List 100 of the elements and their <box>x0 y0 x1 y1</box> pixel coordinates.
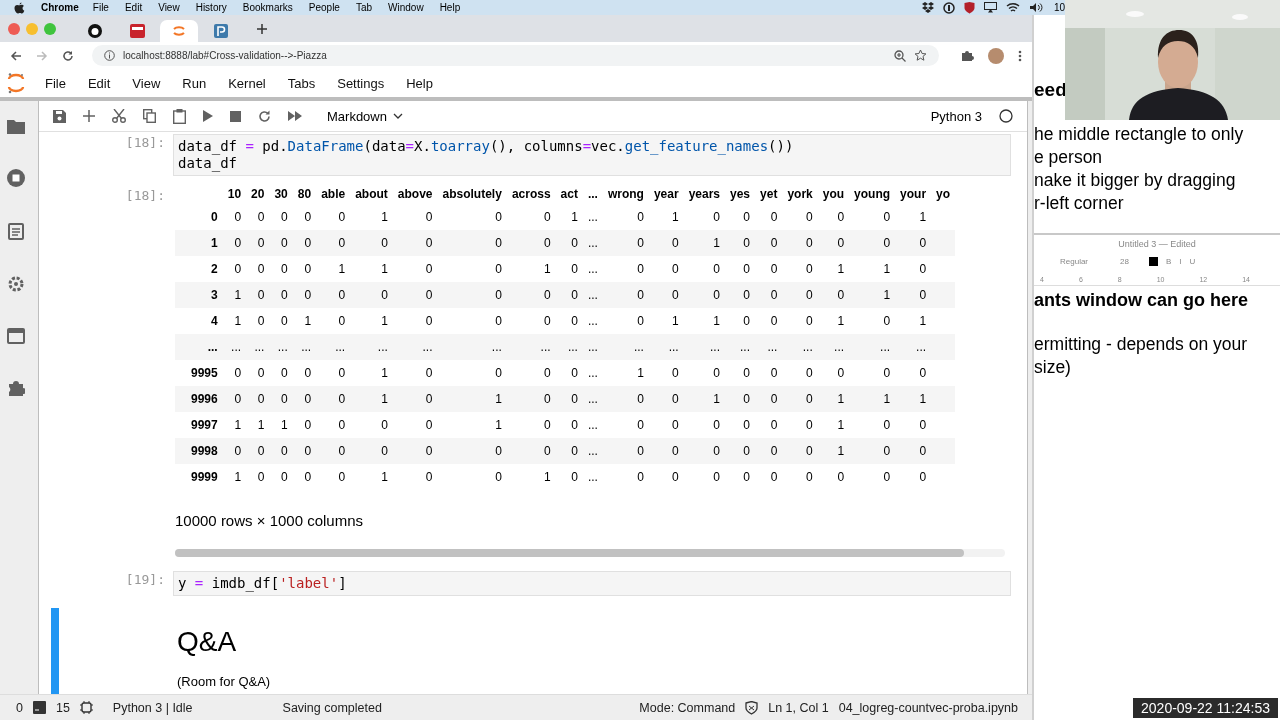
plus-icon[interactable] <box>83 110 95 122</box>
menu-item[interactable]: Kernel <box>228 75 266 91</box>
column-header: year <box>652 186 680 203</box>
speaker-icon[interactable] <box>1028 2 1043 13</box>
menu-item[interactable]: File <box>45 75 66 91</box>
window-icon[interactable] <box>7 328 25 344</box>
table-cell: 0 <box>683 412 725 438</box>
table-cell: 0 <box>755 308 783 334</box>
menu-item[interactable]: Help <box>439 2 461 13</box>
menu-item[interactable]: Edit <box>87 75 111 91</box>
restart-icon[interactable] <box>258 109 271 123</box>
address-bar[interactable]: localhost:8888/lab#Cross-validation-->-Piazza <box>92 45 939 66</box>
table-cell: 0 <box>817 360 850 386</box>
table-cell: 0 <box>350 438 393 464</box>
code-editor[interactable]: y = imdb_df['label'] <box>173 571 1011 596</box>
code-editor[interactable]: data_df = pd.DataFrame(data=X.toarray(), columns=vec.get_feature_names()) data_df <box>173 134 1011 176</box>
color-swatch[interactable] <box>1148 257 1158 266</box>
menu-item[interactable]: People <box>308 2 340 13</box>
kernel-name[interactable]: Python 3 <box>930 108 982 124</box>
table-cell: 1 <box>292 308 317 334</box>
menu-item[interactable]: View <box>158 2 180 13</box>
stop-icon[interactable] <box>230 110 241 122</box>
fast-forward-icon[interactable] <box>288 111 302 121</box>
paste-icon[interactable] <box>173 108 186 124</box>
circle-icon[interactable] <box>942 1 955 14</box>
copy-icon[interactable] <box>143 109 156 123</box>
menu-item[interactable]: File <box>92 2 109 13</box>
wifi-icon[interactable] <box>1005 2 1020 13</box>
timestamp: 2020-09-22 11:24:53 <box>1133 698 1278 718</box>
menu-item[interactable]: Edit <box>124 2 143 13</box>
status-count[interactable]: 15 <box>55 700 70 715</box>
table-cell: ... <box>817 334 850 360</box>
row-index: 1 <box>175 230 223 256</box>
column-header: yo <box>935 186 952 203</box>
table-cell: ... <box>392 334 438 360</box>
menu-item[interactable]: Tab <box>355 2 373 13</box>
menu-item[interactable]: History <box>195 2 227 13</box>
format-button[interactable]: B <box>1165 257 1172 266</box>
apple-icon[interactable] <box>14 1 25 14</box>
menu-item[interactable]: Run <box>182 75 207 91</box>
box-icon[interactable] <box>921 2 934 13</box>
table-cell: 0 <box>782 412 818 438</box>
table-cell: 0 <box>755 360 783 386</box>
more-icon[interactable] <box>1018 49 1022 62</box>
back-icon[interactable] <box>10 49 22 62</box>
clipboard-icon[interactable] <box>8 222 24 240</box>
new-tab-icon[interactable] <box>256 22 268 35</box>
menu-item[interactable]: Tabs <box>287 75 316 91</box>
puzzle-icon[interactable] <box>961 49 974 62</box>
menu-item[interactable]: Window <box>388 2 424 13</box>
column-header: 80 <box>296 186 313 203</box>
folder-icon[interactable] <box>7 119 25 134</box>
font-style-field[interactable]: Regular <box>1048 257 1100 266</box>
table-cell: 0 <box>437 438 507 464</box>
table-cell: 0 <box>292 256 317 282</box>
stop-circle-icon[interactable] <box>7 169 25 187</box>
reload-icon[interactable] <box>62 49 74 62</box>
column-header: young <box>853 186 892 203</box>
table-cell: 1 <box>817 412 850 438</box>
horizontal-scrollbar[interactable] <box>175 549 1005 557</box>
play-icon[interactable] <box>203 110 213 122</box>
table-cell: 0 <box>782 386 818 412</box>
table-cell: 0 <box>269 282 293 308</box>
format-button[interactable]: I <box>1179 257 1182 266</box>
table-cell: 0 <box>316 412 351 438</box>
cursor-position[interactable]: Ln 1, Col 1 <box>768 700 829 715</box>
table-cell: 0 <box>555 230 583 256</box>
star-icon[interactable] <box>914 49 927 62</box>
close-icon[interactable] <box>8 22 20 35</box>
table-cell: 0 <box>392 256 438 282</box>
font-size-field[interactable]: 28 <box>1108 257 1141 266</box>
menu-item[interactable]: View <box>132 75 161 91</box>
table-cell: 0 <box>602 204 649 230</box>
scissors-icon[interactable] <box>112 109 126 123</box>
table-cell: 0 <box>755 230 783 256</box>
zoom-icon[interactable] <box>894 49 906 62</box>
mode-indicator[interactable]: Mode: Command <box>639 700 736 715</box>
cell-type-dropdown[interactable]: Markdown <box>327 108 403 124</box>
shield-icon[interactable] <box>745 700 759 715</box>
settings-icon[interactable] <box>7 275 25 293</box>
puzzle-icon[interactable] <box>7 379 25 397</box>
table-cell: 0 <box>555 360 583 386</box>
document-text: r-left corner <box>1034 192 1125 215</box>
menu-item[interactable]: Settings <box>337 75 385 91</box>
table-cell: 0 <box>222 230 247 256</box>
menu-item[interactable]: Bookmarks <box>242 2 293 13</box>
app-menu[interactable]: Chrome <box>41 2 79 13</box>
status-count[interactable]: 0 <box>16 700 23 715</box>
display-icon[interactable] <box>983 2 997 13</box>
status-message: Saving completed <box>282 700 382 715</box>
table-cell: 0 <box>222 438 247 464</box>
table-cell: 0 <box>506 386 556 412</box>
kernel-status[interactable]: Python 3 | Idle <box>112 700 193 715</box>
table-cell: 1 <box>506 256 556 282</box>
menu-item[interactable]: Help <box>406 75 433 91</box>
save-icon[interactable] <box>53 109 66 123</box>
avatar[interactable] <box>988 47 1004 64</box>
format-button[interactable]: U <box>1189 257 1196 266</box>
table-cell: 0 <box>683 204 725 230</box>
shield-icon[interactable] <box>963 1 975 14</box>
